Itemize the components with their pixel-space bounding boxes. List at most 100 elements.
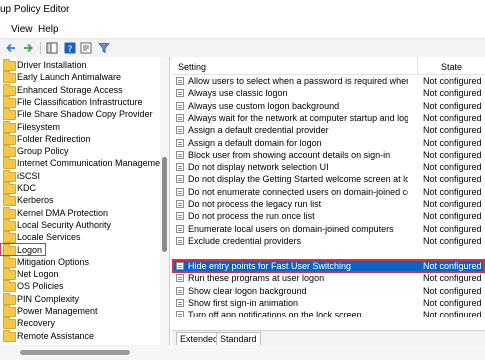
forward-arrow-icon[interactable] xyxy=(20,41,35,55)
setting-state: Not configured xyxy=(423,137,482,148)
column-divider[interactable] xyxy=(417,57,418,74)
setting-state: Not configured xyxy=(423,211,482,222)
policy-setting-icon xyxy=(176,113,184,122)
tree-item[interactable]: File Share Shadow Copy Provider xyxy=(0,108,160,121)
policy-setting-icon xyxy=(176,150,184,159)
setting-row[interactable]: Assign a default domain for logon Not con… xyxy=(172,137,485,149)
tree-item[interactable]: Recovery xyxy=(0,317,160,330)
folder-icon xyxy=(3,194,16,207)
tree-item-label: Early Launch Antimalware xyxy=(17,72,122,83)
folder-icon xyxy=(3,145,16,158)
folder-icon xyxy=(3,206,16,219)
policy-setting-icon xyxy=(176,101,184,110)
setting-row[interactable]: Assign a default credential provider Not … xyxy=(172,124,485,136)
tree-item-label: Driver Installation xyxy=(17,60,87,70)
toolbar: ? xyxy=(0,38,485,59)
setting-row[interactable]: Block user from showing account details … xyxy=(172,149,485,161)
setting-row[interactable]: Do not process the legacy run list Not co… xyxy=(172,198,485,210)
tree-item[interactable]: Mitigation Options xyxy=(0,255,160,268)
properties-icon[interactable] xyxy=(78,41,93,55)
horizontal-scrollbar-thumb[interactable] xyxy=(20,350,130,355)
setting-row[interactable]: Always use custom logon background Not co… xyxy=(172,100,485,112)
setting-state: Not configured xyxy=(423,76,482,86)
setting-state: Not configured xyxy=(423,100,482,111)
tree-item[interactable]: Driver Installation xyxy=(0,59,160,71)
menu-help[interactable]: Help xyxy=(38,24,59,35)
setting-row[interactable]: Always wait for the network at computer … xyxy=(172,112,485,124)
tree-scrollbar[interactable] xyxy=(160,57,169,345)
setting-state: Not configured xyxy=(423,88,482,99)
setting-name: Show first sign-in animation xyxy=(188,297,299,308)
show-hide-tree-icon[interactable] xyxy=(44,41,59,55)
tree-item[interactable]: iSCSI xyxy=(0,169,160,182)
tree-item-label: PIN Complexity xyxy=(17,293,80,304)
setting-row[interactable]: Do not display the Getting Started welco… xyxy=(172,173,485,185)
setting-name: Exclude credential providers xyxy=(188,235,302,246)
setting-state: Not configured xyxy=(423,285,482,296)
policy-setting-icon xyxy=(176,274,184,283)
tree-item[interactable]: PIN Complexity xyxy=(0,292,160,305)
setting-column-header[interactable]: Setting xyxy=(178,62,206,72)
tree-item[interactable]: Net Logon xyxy=(0,268,160,281)
folder-icon xyxy=(3,268,16,281)
setting-row[interactable]: Run these programs at user logon Not conf… xyxy=(172,272,485,284)
tree-item[interactable]: Early Launch Antimalware xyxy=(0,71,160,84)
tree-item[interactable]: Group Policy xyxy=(0,145,160,158)
tree-item[interactable]: OS Policies xyxy=(0,280,160,293)
policy-setting-icon xyxy=(176,175,184,184)
tree-item[interactable]: Kerberos xyxy=(0,194,160,207)
setting-row[interactable]: Show clear logon background Not configure… xyxy=(172,285,485,297)
tree-item[interactable]: Remote Assistance xyxy=(0,329,160,342)
setting-row[interactable]: Show first sign-in animation Not configur… xyxy=(172,297,485,309)
tree-item-label: Locale Services xyxy=(17,232,81,243)
tree-item-label: Net Logon xyxy=(17,269,59,280)
tree-item[interactable]: Kernel DMA Protection xyxy=(0,206,160,219)
folder-icon xyxy=(3,59,16,71)
tree-item[interactable]: Filesystem xyxy=(0,120,160,133)
folder-icon xyxy=(3,120,16,133)
setting-row[interactable]: Do not display network selection UI Not c… xyxy=(172,161,485,173)
tree-item[interactable]: Power Management xyxy=(0,305,160,317)
window-title: up Policy Editor xyxy=(0,4,70,15)
setting-row[interactable]: Turn off app notifications on the lock s… xyxy=(172,309,485,318)
tree-item[interactable]: Local Security Authority xyxy=(0,218,160,231)
folder-icon xyxy=(3,317,16,330)
policy-setting-icon xyxy=(176,224,184,233)
help-icon[interactable]: ? xyxy=(62,41,77,55)
setting-name: Run these programs at user logon xyxy=(188,273,325,284)
tree-scrollbar-thumb[interactable] xyxy=(162,157,167,252)
horizontal-scrollbar[interactable] xyxy=(0,345,485,360)
tree-item-label: File Classification Infrastructure xyxy=(17,96,143,107)
setting-name: Enumerate local users on domain-joined c… xyxy=(188,223,394,234)
svg-text:?: ? xyxy=(67,45,72,55)
policy-setting-icon xyxy=(176,163,184,172)
setting-row[interactable]: Do not process the run once list Not conf… xyxy=(172,210,485,222)
setting-state: Not configured xyxy=(423,199,482,209)
tab-standard[interactable]: Standard xyxy=(216,332,261,346)
tree-item[interactable]: Enhanced Storage Access xyxy=(0,83,160,96)
setting-name: Do not enumerate connected users on doma… xyxy=(188,186,408,197)
setting-row[interactable]: Allow users to select when a password is… xyxy=(172,75,485,87)
tree-item[interactable]: File Classification Infrastructure xyxy=(0,95,160,108)
policy-setting-icon xyxy=(176,187,184,196)
tree-item[interactable]: Locale Services xyxy=(0,231,160,244)
tree-item[interactable]: KDC xyxy=(0,182,160,194)
filter-icon[interactable] xyxy=(96,41,111,55)
tree-item-label: File Share Shadow Copy Provider xyxy=(17,109,153,120)
setting-row[interactable]: Do not enumerate connected users on doma… xyxy=(172,186,485,198)
setting-name: Do not process the legacy run list xyxy=(188,199,322,209)
setting-name: Always use custom logon background xyxy=(188,100,340,111)
tree-pane: Driver Installation Early Launch Antimal… xyxy=(0,57,170,345)
setting-row[interactable]: Enumerate local users on domain-joined c… xyxy=(172,223,485,235)
tree-item[interactable]: Internet Communication Management xyxy=(0,157,168,170)
tree-item[interactable]: Folder Redirection xyxy=(0,132,160,145)
state-column-header[interactable]: State xyxy=(441,62,462,72)
setting-state: Not configured xyxy=(423,223,482,234)
setting-row[interactable]: Exclude credential providers Not configur… xyxy=(172,235,485,247)
setting-state: Not configured xyxy=(423,273,482,284)
setting-row[interactable]: Always use classic logon Not configured xyxy=(172,87,485,99)
back-arrow-icon[interactable] xyxy=(3,41,18,55)
setting-state: Not configured xyxy=(423,186,482,197)
menu-view[interactable]: View xyxy=(11,24,33,35)
tree-item-label: Group Policy xyxy=(17,146,69,157)
